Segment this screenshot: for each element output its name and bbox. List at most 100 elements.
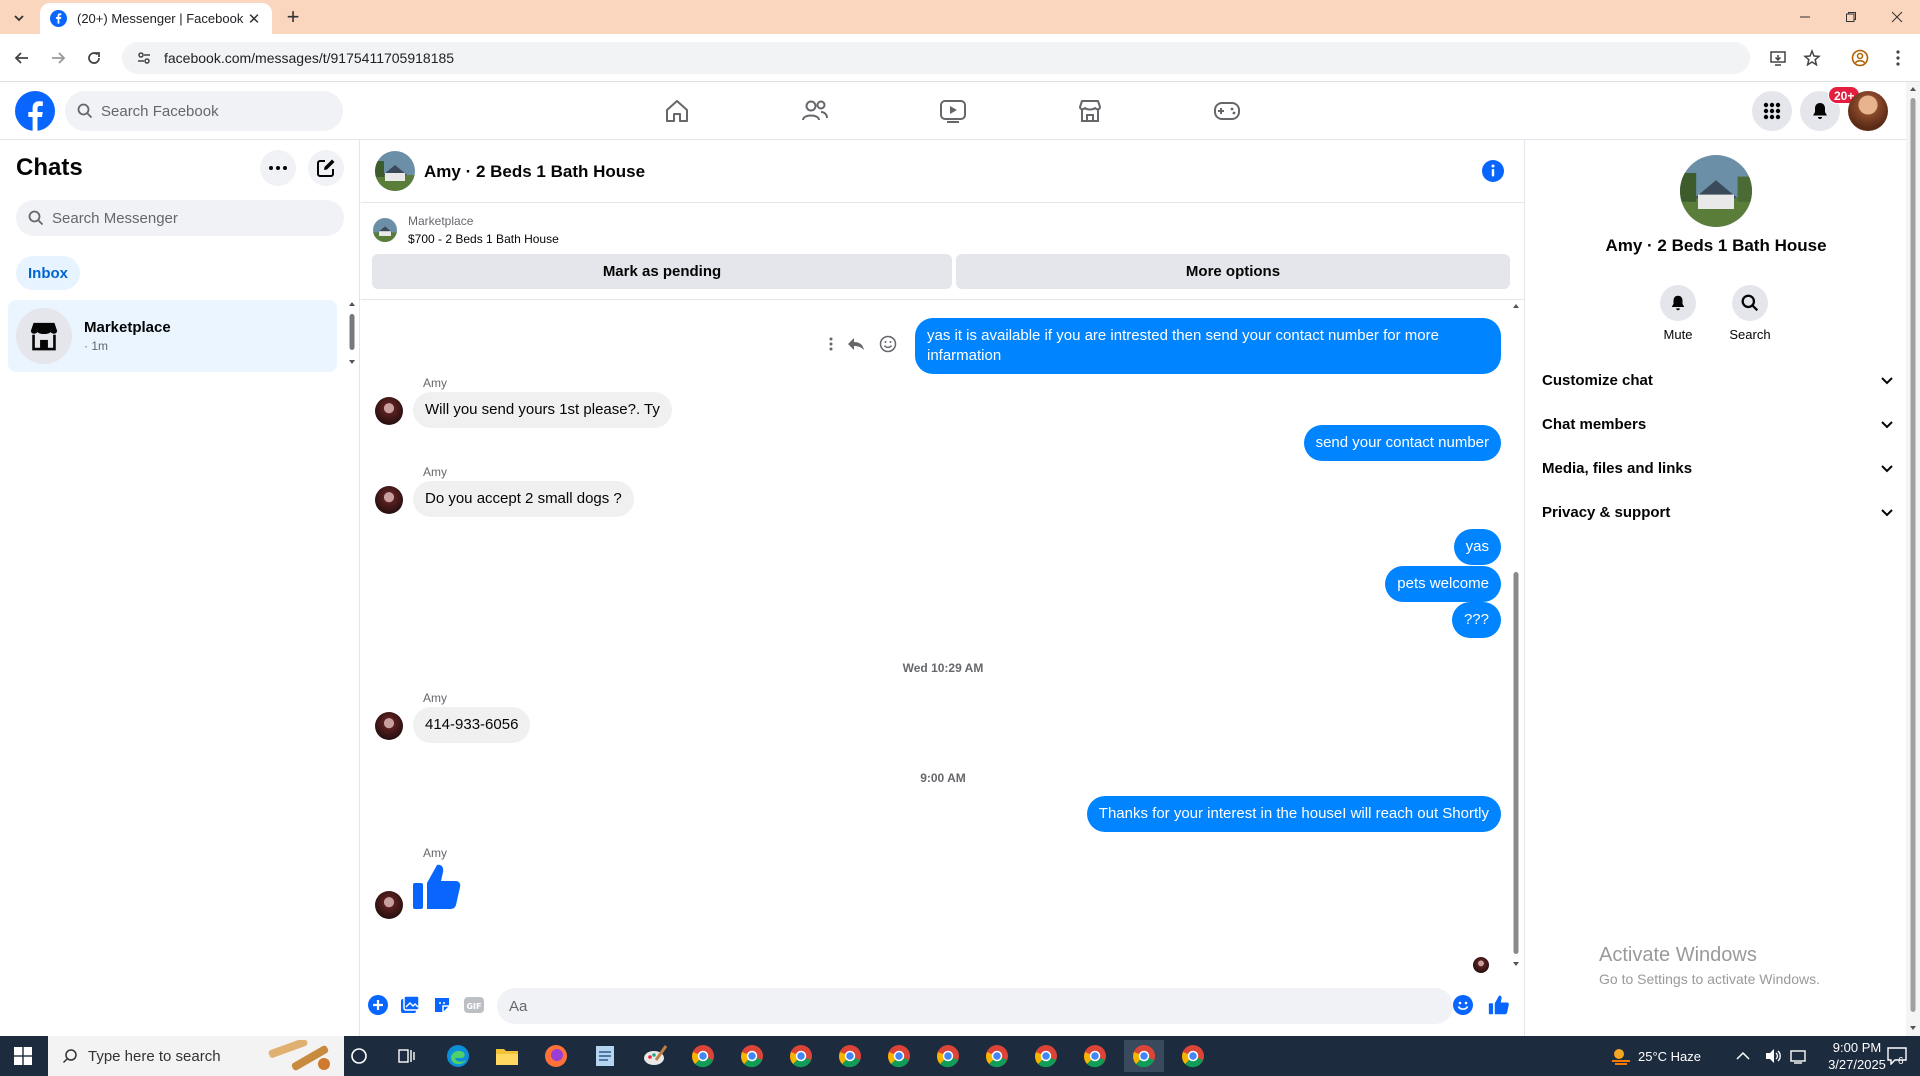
message-bubble-outgoing[interactable]: Thanks for your interest in the houseI w…: [1086, 796, 1501, 832]
network-icon[interactable]: [1790, 1048, 1808, 1064]
edge-browser-icon[interactable]: [438, 1040, 478, 1072]
chrome-profile-active-icon[interactable]: [1124, 1040, 1164, 1072]
info-panel-name: Amy · 2 Beds 1 Bath House: [1605, 236, 1827, 255]
firefox-icon[interactable]: [536, 1040, 576, 1072]
new-message-button[interactable]: [308, 150, 344, 186]
tab-close-icon[interactable]: ✕: [246, 11, 262, 28]
weather-widget[interactable]: 25°C Haze: [1610, 1036, 1701, 1076]
search-in-conversation-action[interactable]: Search: [1720, 285, 1780, 342]
volume-icon[interactable]: [1764, 1048, 1782, 1064]
more-options-button[interactable]: More options: [956, 254, 1510, 289]
tab-search-chevron-icon[interactable]: [8, 7, 30, 29]
facebook-logo-icon[interactable]: [15, 91, 55, 131]
sender-avatar[interactable]: [375, 712, 403, 740]
tray-expand-chevron-icon[interactable]: [1736, 1051, 1750, 1061]
nav-video-icon[interactable]: [935, 93, 971, 129]
browser-tab-strip: (20+) Messenger | Facebook ✕ +: [0, 0, 1920, 34]
inbox-filter-tab[interactable]: Inbox: [16, 256, 80, 290]
chrome-profile-7-icon[interactable]: [977, 1040, 1017, 1072]
nav-marketplace-icon[interactable]: [1072, 93, 1108, 129]
conversation-info-icon[interactable]: [1482, 160, 1504, 182]
message-bubble-outgoing[interactable]: yas it is available if you are intrested…: [915, 318, 1501, 374]
back-arrow-icon[interactable]: [10, 46, 34, 70]
task-view-icon[interactable]: [339, 1040, 379, 1072]
chat-members-section[interactable]: Chat members: [1542, 404, 1894, 444]
privacy-support-section[interactable]: Privacy & support: [1542, 492, 1894, 532]
chrome-profile-4-icon[interactable]: [830, 1040, 870, 1072]
chats-options-button[interactable]: [260, 150, 296, 186]
reply-icon[interactable]: [847, 336, 865, 352]
info-panel-avatar[interactable]: [1680, 155, 1752, 227]
profile-icon[interactable]: [1848, 46, 1872, 70]
new-tab-button[interactable]: +: [282, 4, 304, 29]
account-avatar[interactable]: [1848, 91, 1888, 131]
address-bar[interactable]: facebook.com/messages/t/9175411705918185: [122, 42, 1750, 74]
nav-friends-icon[interactable]: [797, 93, 833, 129]
tab-title: (20+) Messenger | Facebook: [77, 11, 244, 26]
menu-grid-button[interactable]: [1752, 91, 1792, 131]
windows-start-icon[interactable]: [14, 1047, 32, 1065]
chrome-profile-3-icon[interactable]: [781, 1040, 821, 1072]
chrome-profile-2-icon[interactable]: [732, 1040, 772, 1072]
gif-icon[interactable]: GIF: [462, 993, 486, 1017]
window-close-button[interactable]: [1874, 0, 1920, 34]
restore-button[interactable]: [1828, 0, 1874, 34]
message-bubble-outgoing[interactable]: send your contact number: [1303, 425, 1501, 461]
facebook-search-input[interactable]: Search Facebook: [65, 91, 343, 131]
forward-arrow-icon[interactable]: [46, 46, 70, 70]
chrome-profile-8-icon[interactable]: [1026, 1040, 1066, 1072]
sticker-icon[interactable]: [430, 993, 454, 1017]
site-info-icon[interactable]: [136, 50, 152, 66]
message-bubble-incoming[interactable]: Will you send yours 1st please?. Ty: [413, 392, 672, 428]
listing-price-title[interactable]: $700 - 2 Beds 1 Bath House: [408, 232, 559, 246]
minimize-button[interactable]: [1782, 0, 1828, 34]
emoji-picker-icon[interactable]: [1451, 993, 1475, 1017]
nav-home-icon[interactable]: [659, 93, 695, 129]
media-files-links-section[interactable]: Media, files and links: [1542, 448, 1894, 488]
reload-icon[interactable]: [82, 46, 106, 70]
sender-avatar[interactable]: [375, 486, 403, 514]
mark-as-pending-button[interactable]: Mark as pending: [372, 254, 952, 289]
chat-list-item-marketplace[interactable]: Marketplace · 1m: [8, 300, 337, 372]
read-receipt-avatar: [1473, 957, 1489, 973]
browser-tab-active[interactable]: (20+) Messenger | Facebook ✕: [40, 3, 272, 34]
message-bubble-incoming[interactable]: Do you accept 2 small dogs ?: [413, 481, 634, 517]
message-input[interactable]: Aa: [497, 988, 1453, 1024]
nav-gaming-icon[interactable]: [1209, 93, 1245, 129]
message-bubble-incoming[interactable]: 414-933-6056: [413, 707, 531, 743]
paint-app-icon[interactable]: [635, 1040, 675, 1072]
file-explorer-icon[interactable]: [487, 1040, 527, 1072]
chrome-profile-1-icon[interactable]: [683, 1040, 723, 1072]
chrome-profile-6-icon[interactable]: [928, 1040, 968, 1072]
install-app-icon[interactable]: [1766, 46, 1790, 70]
sender-avatar[interactable]: [375, 891, 403, 919]
sender-avatar[interactable]: [375, 397, 403, 425]
page-scrollbar[interactable]: [1906, 82, 1920, 1036]
customize-chat-section[interactable]: Customize chat: [1542, 360, 1894, 400]
chrome-profile-9-icon[interactable]: [1075, 1040, 1115, 1072]
more-vertical-icon[interactable]: [829, 337, 833, 351]
send-like-icon[interactable]: [1487, 993, 1511, 1017]
message-bubble-outgoing[interactable]: pets welcome: [1385, 566, 1501, 602]
chrome-profile-5-icon[interactable]: [879, 1040, 919, 1072]
bookmark-star-icon[interactable]: [1800, 46, 1824, 70]
message-bubble-outgoing[interactable]: ???: [1451, 602, 1501, 638]
thumbs-up-sticker-icon[interactable]: [411, 861, 463, 913]
chat-list-scrollbar[interactable]: [348, 300, 356, 366]
message-bubble-outgoing[interactable]: yas: [1453, 529, 1501, 565]
react-emoji-icon[interactable]: [879, 335, 897, 353]
more-actions-plus-icon[interactable]: [366, 993, 390, 1017]
notification-center[interactable]: 6: [1882, 1036, 1912, 1076]
listing-thumbnail[interactable]: [373, 218, 397, 242]
notepad-app-icon[interactable]: [585, 1040, 625, 1072]
conversation-avatar[interactable]: [375, 151, 415, 191]
message-list-scrollbar[interactable]: [1511, 300, 1521, 970]
browser-menu-icon[interactable]: [1886, 46, 1910, 70]
taskbar-search-box[interactable]: Type here to search: [48, 1036, 344, 1076]
chrome-profile-10-icon[interactable]: [1173, 1040, 1213, 1072]
mute-action[interactable]: Mute: [1648, 285, 1708, 342]
messenger-search-input[interactable]: Search Messenger: [16, 200, 344, 236]
attach-photo-icon[interactable]: [398, 993, 422, 1017]
conversation-title[interactable]: Amy · 2 Beds 1 Bath House: [424, 162, 645, 182]
task-switcher-icon[interactable]: [387, 1040, 427, 1072]
